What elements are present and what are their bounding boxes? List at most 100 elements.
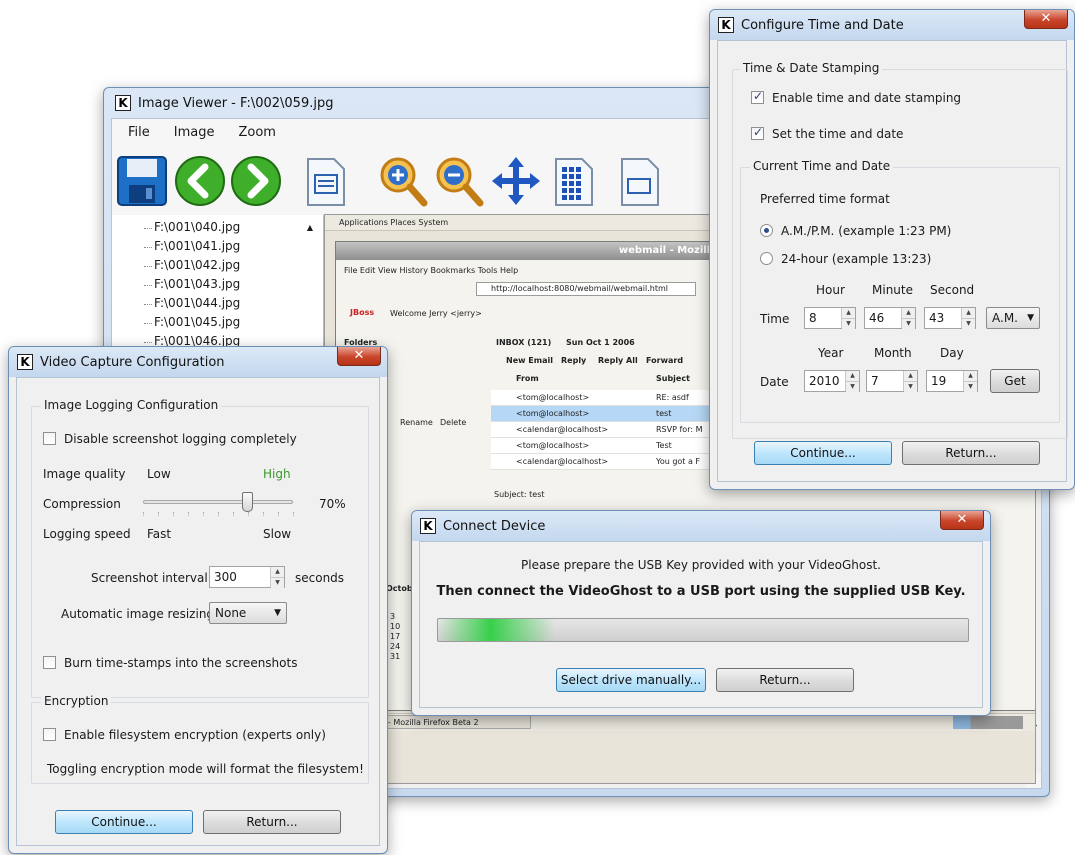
spin-up-icon[interactable]: ▲: [902, 308, 915, 318]
day-spinner[interactable]: 19 ▲ ▼: [926, 370, 978, 392]
enable-stamping-label: Enable time and date stamping: [772, 91, 962, 105]
minute-spinner[interactable]: 46 ▲ ▼: [864, 307, 916, 329]
checkbox-unchecked-icon[interactable]: [43, 728, 56, 741]
month-value[interactable]: 7: [867, 374, 903, 388]
back-arrow-icon[interactable]: [174, 155, 226, 207]
tree-item[interactable]: F:\001\042.jpg: [143, 258, 240, 272]
calendar-month: Octob: [386, 584, 413, 593]
spin-up-icon[interactable]: ▲: [842, 308, 855, 318]
get-button[interactable]: Get: [990, 369, 1040, 393]
spin-down-icon[interactable]: ▼: [904, 381, 917, 392]
radio-selected-icon[interactable]: [760, 224, 773, 237]
tree-scroll-up[interactable]: ▲: [307, 223, 313, 232]
menu-zoom[interactable]: Zoom: [238, 125, 275, 140]
set-time-checkbox[interactable]: Set the time and date: [751, 125, 903, 141]
month-spinner[interactable]: 7 ▲ ▼: [866, 370, 918, 392]
document-properties-icon[interactable]: [304, 157, 348, 207]
day-label: Day: [940, 346, 964, 360]
spin-down-icon[interactable]: ▼: [964, 381, 977, 392]
thumbnail-grid-icon[interactable]: [552, 157, 596, 207]
close-icon[interactable]: ✕: [940, 511, 984, 530]
return-button[interactable]: Return...: [902, 441, 1040, 465]
spin-up-icon[interactable]: ▲: [962, 308, 975, 318]
connect-device-titlebar[interactable]: K Connect Device: [412, 511, 990, 541]
spin-up-icon[interactable]: ▲: [904, 371, 917, 381]
tree-item[interactable]: F:\001\045.jpg: [143, 315, 240, 329]
checkbox-unchecked-icon[interactable]: [43, 432, 56, 445]
encryption-checkbox[interactable]: Enable filesystem encryption (experts on…: [43, 728, 326, 742]
tree-item[interactable]: F:\001\040.jpg: [143, 220, 240, 234]
fit-window-icon[interactable]: [490, 155, 542, 207]
menu-file[interactable]: File: [128, 125, 150, 140]
spin-up-icon[interactable]: ▲: [271, 567, 284, 577]
ampm-select[interactable]: A.M. ▼: [986, 307, 1040, 329]
hour-value[interactable]: 8: [805, 311, 841, 325]
btn-reply-all: Reply All: [598, 356, 638, 365]
compression-slider-thumb[interactable]: [242, 492, 253, 512]
second-label: Second: [930, 283, 975, 297]
select-drive-button[interactable]: Select drive manually...: [556, 668, 706, 692]
tree-item[interactable]: F:\001\043.jpg: [143, 277, 240, 291]
spin-up-icon[interactable]: ▲: [964, 371, 977, 381]
zoom-out-icon[interactable]: [434, 155, 484, 207]
interval-spinner[interactable]: 300 ▲ ▼: [209, 566, 285, 588]
calendar-day: 24: [390, 642, 401, 651]
spin-down-icon[interactable]: ▼: [842, 318, 855, 329]
return-button[interactable]: Return...: [203, 810, 341, 834]
enable-stamping-checkbox[interactable]: Enable time and date stamping: [751, 89, 962, 105]
year-value[interactable]: 2010: [805, 374, 845, 388]
continue-button[interactable]: Continue...: [754, 441, 892, 465]
taskbar-item-label: ail - Mozilla Firefox Beta 2: [376, 718, 479, 727]
second-value[interactable]: 43: [925, 311, 961, 325]
checkbox-checked-icon[interactable]: [751, 125, 764, 140]
checkbox-unchecked-icon[interactable]: [43, 656, 56, 669]
spin-down-icon[interactable]: ▼: [271, 577, 284, 588]
second-spinner[interactable]: 43 ▲ ▼: [924, 307, 976, 329]
interval-label: Screenshot interval: [91, 571, 208, 585]
compression-slider-track[interactable]: [143, 500, 293, 504]
day-value[interactable]: 19: [927, 374, 963, 388]
continue-button[interactable]: Continue...: [55, 810, 193, 834]
spin-down-icon[interactable]: ▼: [962, 318, 975, 329]
tab-inbox: INBOX (121): [496, 338, 552, 347]
close-icon[interactable]: ✕: [1024, 10, 1068, 29]
slider-tick: [158, 512, 159, 516]
return-button[interactable]: Return...: [716, 668, 854, 692]
burn-timestamps-label: Burn time-stamps into the screenshots: [64, 656, 298, 670]
year-spinner[interactable]: 2010 ▲ ▼: [804, 370, 860, 392]
radio-24h[interactable]: 24-hour (example 13:23): [760, 252, 931, 266]
mail-from: <tom@localhost>: [516, 441, 590, 450]
tree-item[interactable]: F:\001\044.jpg: [143, 296, 240, 310]
encryption-warning: Toggling encryption mode will format the…: [47, 762, 364, 776]
minute-value[interactable]: 46: [865, 311, 901, 325]
forward-arrow-icon[interactable]: [230, 155, 282, 207]
radio-unselected-icon[interactable]: [760, 252, 773, 265]
hour-spinner[interactable]: 8 ▲ ▼: [804, 307, 856, 329]
tree-item[interactable]: F:\001\041.jpg: [143, 239, 240, 253]
burn-timestamps-checkbox[interactable]: Burn time-stamps into the screenshots: [43, 656, 297, 670]
video-capture-titlebar[interactable]: K Video Capture Configuration: [9, 347, 387, 377]
save-icon[interactable]: [116, 155, 168, 207]
app-k-icon: K: [718, 17, 734, 33]
slider-tick: [173, 512, 174, 516]
time-date-titlebar[interactable]: K Configure Time and Date: [710, 10, 1074, 40]
spin-down-icon[interactable]: ▼: [846, 381, 859, 392]
url-bar: http://localhost:8080/webmail/webmail.ht…: [476, 282, 696, 296]
interval-value[interactable]: 300: [210, 570, 270, 584]
checkbox-checked-icon[interactable]: [751, 89, 764, 104]
zoom-in-icon[interactable]: [378, 155, 428, 207]
spin-up-icon[interactable]: ▲: [846, 371, 859, 381]
dropdown-arrow-icon: ▼: [1027, 313, 1034, 323]
radio-ampm[interactable]: A.M./P.M. (example 1:23 PM): [760, 224, 951, 238]
single-page-icon[interactable]: [618, 157, 662, 207]
menu-image[interactable]: Image: [174, 125, 215, 140]
calendar-day: 10: [390, 622, 401, 631]
slider-tick: [143, 512, 144, 516]
resize-select[interactable]: None ▼: [209, 602, 287, 624]
close-icon[interactable]: ✕: [337, 347, 381, 366]
stamping-group-title: Time & Date Stamping: [740, 61, 883, 75]
disable-logging-checkbox[interactable]: Disable screenshot logging completely: [43, 432, 297, 446]
video-capture-body: Image Logging Configuration Disable scre…: [16, 377, 380, 846]
col-subject: Subject: [656, 374, 690, 383]
spin-down-icon[interactable]: ▼: [902, 318, 915, 329]
